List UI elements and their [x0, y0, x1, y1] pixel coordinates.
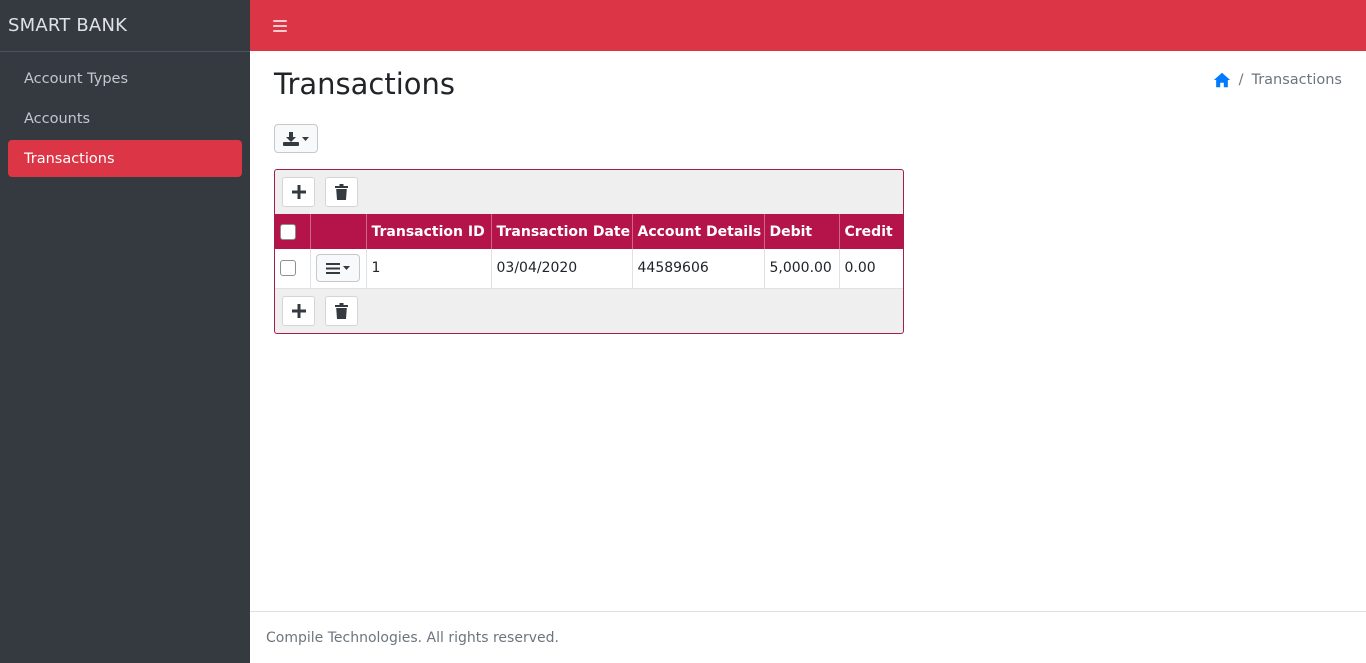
breadcrumb-current: Transactions — [1251, 72, 1342, 88]
sidebar-item-accounts[interactable]: Accounts — [8, 100, 242, 137]
brand[interactable]: SMART BANK — [0, 0, 250, 52]
table-header-row: Transaction ID Transaction Date Account … — [275, 214, 903, 249]
cell-account-details: 44589606 — [632, 249, 765, 289]
page-title: Transactions — [274, 67, 456, 101]
row-actions-button[interactable] — [315, 254, 360, 283]
footer-text: Compile Technologies. All rights reserve… — [266, 629, 559, 646]
column-header-debit[interactable]: Debit — [764, 214, 840, 249]
caret-down-icon — [302, 136, 309, 141]
column-header-credit[interactable]: Credit — [839, 214, 903, 249]
grid-toolbar-bottom — [275, 289, 903, 334]
sidebar-item-label: Accounts — [24, 110, 91, 127]
add-button[interactable] — [282, 177, 315, 207]
table-row: 1 03/04/2020 44589606 5,000.00 0.00 — [275, 249, 903, 289]
main-content: Transactions / Transactions Transaction … — [250, 51, 1366, 611]
select-all-checkbox[interactable] — [280, 223, 296, 240]
row-select-cell — [275, 249, 311, 289]
sidebar-nav: Account Types Accounts Transactions — [0, 52, 250, 188]
trash-icon — [335, 303, 348, 319]
add-button-bottom[interactable] — [282, 296, 315, 326]
transactions-grid: Transaction ID Transaction Date Account … — [274, 169, 904, 334]
transactions-table: Transaction ID Transaction Date Account … — [275, 214, 903, 289]
export-button[interactable] — [274, 124, 318, 153]
grid-toolbar-top — [275, 170, 903, 214]
plus-icon — [291, 185, 306, 199]
list-icon — [325, 262, 340, 274]
row-checkbox[interactable] — [280, 260, 296, 277]
column-header-account-details[interactable]: Account Details — [632, 214, 765, 249]
sidebar-item-label: Transactions — [24, 150, 115, 167]
sidebar-item-label: Account Types — [24, 70, 129, 87]
plus-icon — [291, 304, 306, 318]
sidebar-item-account-types[interactable]: Account Types — [8, 60, 242, 97]
row-actions-cell — [310, 249, 367, 289]
column-header-transaction-date[interactable]: Transaction Date — [491, 214, 633, 249]
trash-icon — [335, 184, 348, 200]
home-icon[interactable] — [1213, 71, 1231, 89]
column-header-transaction-id[interactable]: Transaction ID — [366, 214, 492, 249]
sidebar: SMART BANK Account Types Accounts Transa… — [0, 0, 250, 663]
download-icon — [283, 131, 299, 146]
delete-button-bottom[interactable] — [325, 296, 358, 326]
footer: Compile Technologies. All rights reserve… — [250, 611, 1366, 663]
cell-credit: 0.00 — [839, 249, 903, 289]
topbar — [250, 0, 1366, 51]
actions-header — [310, 214, 367, 249]
cell-transaction-id: 1 — [366, 249, 492, 289]
caret-down-icon — [342, 266, 350, 271]
brand-text: SMART BANK — [8, 15, 128, 36]
breadcrumb-separator: / — [1238, 72, 1244, 88]
sidebar-item-transactions[interactable]: Transactions — [8, 140, 242, 177]
cell-transaction-date: 03/04/2020 — [491, 249, 633, 289]
breadcrumb: / Transactions — [1213, 71, 1342, 89]
cell-debit: 5,000.00 — [764, 249, 840, 289]
delete-button[interactable] — [325, 177, 358, 207]
select-all-cell — [275, 214, 311, 249]
menu-toggle-icon[interactable] — [273, 19, 287, 32]
